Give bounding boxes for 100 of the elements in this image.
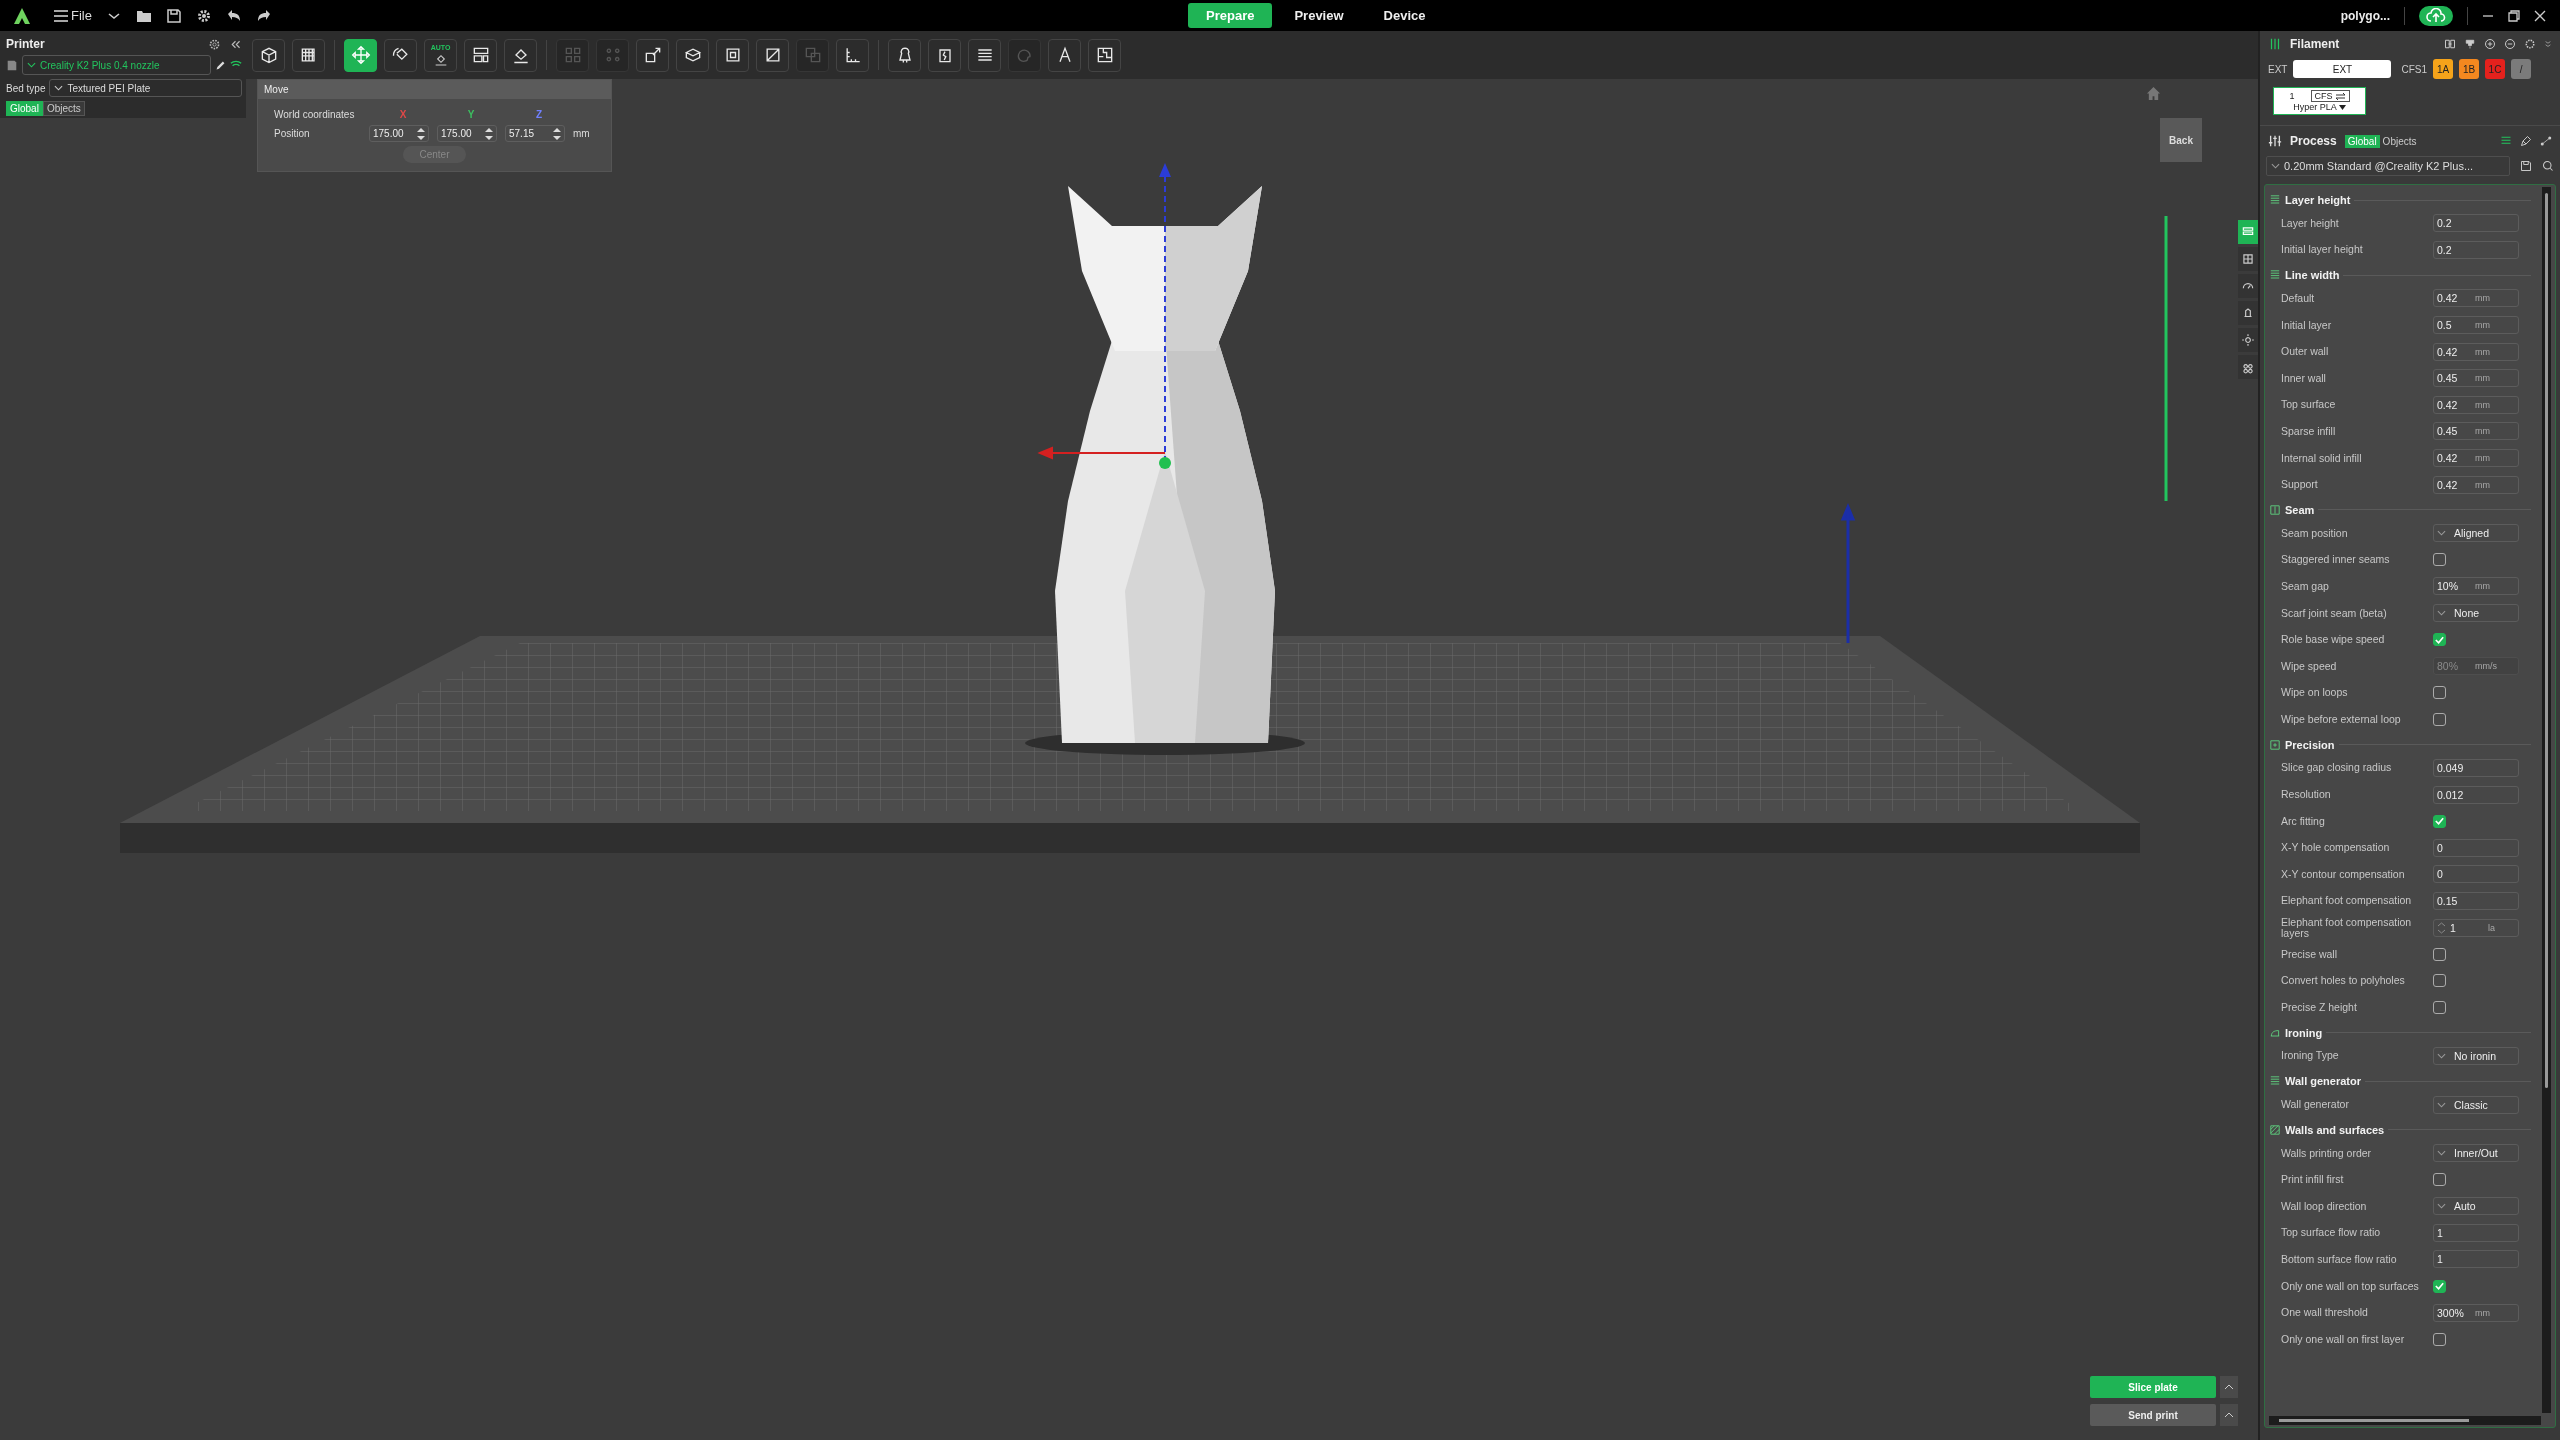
add-icon[interactable]	[2484, 38, 2496, 50]
mode-tab[interactable]: Preview	[1276, 3, 1362, 28]
checkbox[interactable]	[2433, 974, 2446, 988]
setting-dropdown[interactable]: Aligned	[2433, 524, 2519, 543]
slot-button[interactable]: 1C	[2485, 59, 2505, 79]
setting-field[interactable]: 0.15	[2433, 891, 2519, 910]
setting-field[interactable]: 0.42 mm	[2433, 449, 2519, 468]
sync-icon[interactable]	[2444, 38, 2456, 50]
back-button[interactable]: Back	[2160, 118, 2202, 162]
setting-dropdown[interactable]: Auto	[2433, 1197, 2519, 1216]
list-icon[interactable]	[2500, 135, 2512, 147]
home-icon[interactable]	[2146, 86, 2161, 101]
side-tab[interactable]	[2238, 328, 2258, 352]
setting-field[interactable]: 0.2	[2433, 214, 2519, 233]
brush-icon[interactable]	[2520, 135, 2532, 147]
setting-field[interactable]: 0.2	[2433, 240, 2519, 259]
maximize-icon[interactable]	[2508, 9, 2520, 22]
printer-dropdown[interactable]: Creality K2 Plus 0.4 nozzle	[22, 55, 211, 75]
tool-button[interactable]	[676, 38, 709, 72]
checkbox[interactable]	[2433, 814, 2446, 828]
setting-field[interactable]: 1 la	[2433, 918, 2519, 937]
search-icon[interactable]	[2542, 160, 2554, 172]
side-tab[interactable]	[2238, 247, 2258, 271]
tool-button[interactable]	[344, 38, 377, 72]
account-name[interactable]: polygo...	[2340, 8, 2390, 23]
tool-button[interactable]	[968, 38, 1001, 72]
setting-label: Wipe before external loop	[2280, 713, 2402, 725]
setting-dropdown[interactable]: Classic	[2433, 1095, 2519, 1114]
tool-button[interactable]	[292, 38, 325, 72]
save-icon[interactable]	[165, 7, 182, 24]
file-menu[interactable]: File	[54, 8, 92, 23]
save-icon[interactable]	[2520, 160, 2532, 172]
tool-button[interactable]	[464, 38, 497, 72]
group-title: Precision	[2285, 738, 2335, 751]
remove-icon[interactable]	[2504, 38, 2516, 50]
checkbox[interactable]	[2433, 712, 2446, 726]
slot-button[interactable]: 1A	[2433, 59, 2453, 79]
setting-field[interactable]: 0.45 mm	[2433, 369, 2519, 388]
checkbox[interactable]	[2433, 633, 2446, 647]
share-icon[interactable]	[2540, 135, 2552, 147]
setting-field[interactable]: 0.049	[2433, 759, 2519, 777]
checkbox[interactable]	[2433, 1332, 2446, 1346]
setting-field[interactable]: 0.45 mm	[2433, 422, 2519, 441]
slot-button[interactable]: 1B	[2459, 59, 2479, 79]
ext-field[interactable]: EXT	[2293, 60, 2392, 78]
setting-dropdown[interactable]: No ironin	[2433, 1046, 2519, 1065]
tool-button[interactable]	[928, 38, 961, 72]
checkbox[interactable]	[2433, 1173, 2446, 1187]
position-field[interactable]: 175.00	[369, 125, 429, 142]
settings-icon[interactable]	[208, 37, 221, 51]
edit-icon[interactable]	[215, 59, 226, 71]
setting-field[interactable]: 0.5 mm	[2433, 316, 2519, 335]
slot-button[interactable]: /	[2511, 59, 2531, 79]
preset-dropdown[interactable]: 0.20mm Standard @Creality K2 Plus...	[2266, 156, 2510, 176]
scope-tab[interactable]: Objects	[2379, 134, 2420, 148]
cloud-upload-button[interactable]	[2419, 5, 2453, 26]
setting-dropdown[interactable]: None	[2433, 604, 2519, 622]
checkbox[interactable]	[2433, 1000, 2446, 1014]
setting-field[interactable]: 0.012	[2433, 785, 2519, 804]
send-button[interactable]: Send print	[2090, 1404, 2216, 1426]
settings-icon[interactable]	[2524, 38, 2536, 50]
checkbox[interactable]	[2433, 1279, 2446, 1293]
mode-tab[interactable]: Device	[1365, 3, 1444, 28]
tool-button[interactable]	[636, 38, 669, 72]
setting-field[interactable]: 0	[2433, 865, 2519, 884]
position-field[interactable]: 57.15	[505, 125, 565, 142]
tool-button[interactable]	[252, 38, 285, 72]
side-tab[interactable]	[2238, 274, 2258, 298]
bed-type-dropdown[interactable]: Textured PEI Plate	[49, 79, 242, 97]
checkbox[interactable]	[2433, 553, 2446, 567]
settings-icon[interactable]	[195, 7, 212, 24]
tool-button[interactable]	[888, 38, 921, 72]
tool-button[interactable]	[716, 38, 749, 72]
material-dropdown[interactable]: Hyper PLA	[2293, 102, 2346, 112]
setting-field[interactable]: 0.42 mm	[2433, 475, 2519, 494]
setting-field[interactable]: 10% mm	[2433, 577, 2519, 596]
setting-dropdown[interactable]: Inner/Out	[2433, 1144, 2519, 1163]
setting-field[interactable]: 0.42 mm	[2433, 395, 2519, 414]
checkbox[interactable]	[2433, 947, 2446, 961]
expand-icon[interactable]	[2544, 40, 2552, 48]
side-tab[interactable]	[2238, 355, 2258, 379]
tool-button[interactable]	[1088, 38, 1121, 72]
tool-button[interactable]	[756, 38, 789, 72]
scope-tab[interactable]: Objects	[42, 101, 85, 116]
position-field[interactable]: 175.00	[437, 125, 497, 142]
tool-button[interactable]	[384, 38, 417, 72]
setting-field[interactable]: 0.42 mm	[2433, 342, 2519, 361]
nozzle-icon[interactable]	[2464, 38, 2476, 50]
setting-field[interactable]: 1	[2433, 1223, 2519, 1242]
tool-button[interactable]	[836, 38, 869, 72]
side-tab[interactable]	[2238, 301, 2258, 325]
setting-field[interactable]: 1	[2433, 1250, 2519, 1269]
setting-field[interactable]: 0.42 mm	[2433, 289, 2519, 308]
setting-field[interactable]: 300% mm	[2433, 1303, 2519, 1322]
close-icon[interactable]	[2534, 9, 2546, 22]
filament-card[interactable]: 1 CFS Hyper PLA	[2273, 87, 2366, 115]
tool-button[interactable]	[1048, 38, 1081, 72]
tool-button[interactable]	[504, 38, 537, 72]
checkbox[interactable]	[2433, 686, 2446, 700]
setting-field[interactable]: 0	[2433, 838, 2519, 857]
